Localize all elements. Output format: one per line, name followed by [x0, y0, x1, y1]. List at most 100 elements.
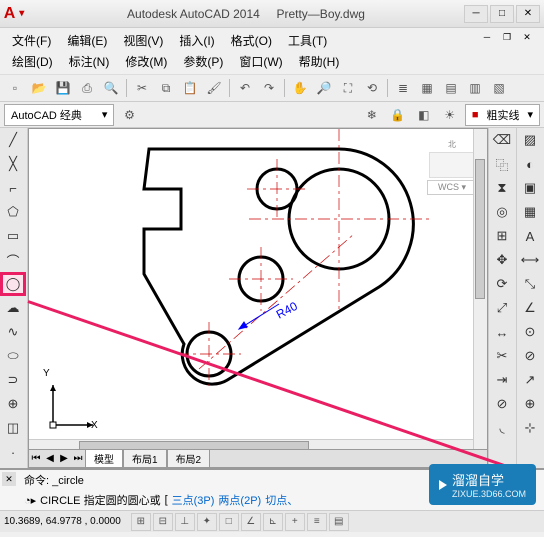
toolpalette-icon[interactable]: ▤: [440, 77, 462, 99]
doc-minimize-button[interactable]: ─: [478, 30, 496, 44]
scroll-thumb[interactable]: [475, 159, 485, 299]
zoom-prev-icon[interactable]: ⟲: [361, 77, 383, 99]
line-icon[interactable]: ╱: [0, 128, 26, 152]
table-icon[interactable]: ▦: [517, 200, 543, 224]
menu-parametric[interactable]: 参数(P): [175, 51, 231, 72]
close-button[interactable]: ✕: [516, 5, 540, 23]
menu-dimension[interactable]: 标注(N): [61, 51, 118, 72]
print-icon[interactable]: ⎙: [76, 77, 98, 99]
move-icon[interactable]: ✥: [489, 248, 515, 272]
zoom-icon[interactable]: 🔎: [313, 77, 335, 99]
spline-icon[interactable]: ∿: [0, 320, 26, 344]
qp-icon[interactable]: ▤: [329, 513, 349, 531]
tab-next-icon[interactable]: ▶: [57, 453, 71, 464]
zoom-window-icon[interactable]: ⛶: [337, 77, 359, 99]
save-icon[interactable]: 💾: [52, 77, 74, 99]
gradient-icon[interactable]: ◐: [517, 152, 543, 176]
polygon-icon[interactable]: ⬠: [0, 200, 26, 224]
erase-icon[interactable]: ⌫: [489, 128, 515, 152]
paste-icon[interactable]: 📋: [179, 77, 201, 99]
drawing-canvas[interactable]: R40 X Y 北 WCS ▾ ⏮ ◀ ▶ ⏭ 模型 布局1 布: [28, 128, 488, 468]
pan-icon[interactable]: ✋: [289, 77, 311, 99]
fillet-icon[interactable]: ◟: [489, 416, 515, 440]
scale-icon[interactable]: ⤢: [489, 296, 515, 320]
open-icon[interactable]: 📂: [28, 77, 50, 99]
center-mark-icon[interactable]: ⊹: [517, 416, 543, 440]
otrack-icon[interactable]: ∠: [241, 513, 261, 531]
dim-radius-icon[interactable]: ⊙: [517, 320, 543, 344]
lwt-icon[interactable]: ≡: [307, 513, 327, 531]
undo-icon[interactable]: ↶: [234, 77, 256, 99]
sheetset-icon[interactable]: ▥: [464, 77, 486, 99]
point-icon[interactable]: ·: [0, 440, 26, 464]
offset-icon[interactable]: ◎: [489, 200, 515, 224]
tab-layout2[interactable]: 布局2: [167, 449, 211, 468]
workspace-dropdown[interactable]: AutoCAD 经典 ▾: [4, 104, 114, 126]
hatch-icon[interactable]: ▨: [517, 128, 543, 152]
array-icon[interactable]: ⊞: [489, 224, 515, 248]
menu-insert[interactable]: 插入(I): [171, 30, 222, 51]
menu-tools[interactable]: 工具(T): [280, 30, 335, 51]
extend-icon[interactable]: ⇥: [489, 368, 515, 392]
layer-iso-icon[interactable]: ☀: [439, 104, 461, 126]
break-icon[interactable]: ⊘: [489, 392, 515, 416]
wcs-label[interactable]: WCS ▾: [427, 180, 477, 195]
layer-lock-icon[interactable]: 🔒: [387, 104, 409, 126]
maximize-button[interactable]: □: [490, 5, 514, 23]
snap-icon[interactable]: ⊞: [131, 513, 151, 531]
tab-layout1[interactable]: 布局1: [123, 449, 167, 468]
region-icon[interactable]: ▣: [517, 176, 543, 200]
ellipse-icon[interactable]: ⬭: [0, 344, 26, 368]
grid-icon[interactable]: ⊟: [153, 513, 173, 531]
leader-icon[interactable]: ↗: [517, 368, 543, 392]
menu-help[interactable]: 帮助(H): [291, 51, 348, 72]
polar-icon[interactable]: ✦: [197, 513, 217, 531]
match-icon[interactable]: 🖌: [203, 77, 225, 99]
stretch-icon[interactable]: ↔: [489, 320, 515, 344]
tab-last-icon[interactable]: ⏭: [71, 453, 85, 464]
copy-icon[interactable]: ⧉: [155, 77, 177, 99]
tolerance-icon[interactable]: ⊕: [517, 392, 543, 416]
arc-icon[interactable]: ⌒: [0, 248, 26, 272]
trim-icon[interactable]: ✂: [489, 344, 515, 368]
circle-icon[interactable]: ◯: [0, 272, 26, 296]
layer-state-icon[interactable]: ❄: [361, 104, 383, 126]
layer-dropdown[interactable]: ■ 粗实线 ▾: [465, 104, 540, 126]
tab-first-icon[interactable]: ⏮: [29, 453, 43, 464]
doc-close-button[interactable]: ✕: [518, 30, 536, 44]
ducs-icon[interactable]: ⊾: [263, 513, 283, 531]
osnap-icon[interactable]: □: [219, 513, 239, 531]
cut-icon[interactable]: ✂: [131, 77, 153, 99]
doc-restore-button[interactable]: ❐: [498, 30, 516, 44]
rectangle-icon[interactable]: ▭: [0, 224, 26, 248]
redo-icon[interactable]: ↷: [258, 77, 280, 99]
make-block-icon[interactable]: ◫: [0, 416, 26, 440]
new-icon[interactable]: ▫: [4, 77, 26, 99]
viewcube[interactable]: 北 WCS ▾: [427, 139, 477, 195]
mirror-icon[interactable]: ⧗: [489, 176, 515, 200]
tab-model[interactable]: 模型: [85, 449, 123, 468]
menu-modify[interactable]: 修改(M): [117, 51, 175, 72]
cmd-opt-2p[interactable]: 两点(2P): [218, 492, 261, 508]
dim-aligned-icon[interactable]: ⤡: [517, 272, 543, 296]
app-logo-icon[interactable]: A▾: [0, 0, 28, 28]
cmd-close-icon[interactable]: ✕: [2, 472, 16, 486]
copy-obj-icon[interactable]: ⿻: [489, 152, 515, 176]
tab-prev-icon[interactable]: ◀: [43, 453, 57, 464]
workspace-gear-icon[interactable]: ⚙: [118, 104, 140, 126]
insert-block-icon[interactable]: ⊕: [0, 392, 26, 416]
vertical-scrollbar[interactable]: [473, 129, 487, 453]
menu-format[interactable]: 格式(O): [223, 30, 280, 51]
calc-icon[interactable]: ▧: [488, 77, 510, 99]
rotate-icon[interactable]: ⟳: [489, 272, 515, 296]
preview-icon[interactable]: 🔍: [100, 77, 122, 99]
menu-view[interactable]: 视图(V): [115, 30, 171, 51]
layer-color-icon[interactable]: ◧: [413, 104, 435, 126]
dim-angular-icon[interactable]: ∠: [517, 296, 543, 320]
dim-linear-icon[interactable]: ⟷: [517, 248, 543, 272]
cmd-opt-ttr[interactable]: 切点、: [265, 492, 298, 508]
menu-file[interactable]: 文件(F): [4, 30, 59, 51]
ellipse-arc-icon[interactable]: ⊃: [0, 368, 26, 392]
minimize-button[interactable]: ─: [464, 5, 488, 23]
xline-icon[interactable]: ╳: [0, 152, 26, 176]
